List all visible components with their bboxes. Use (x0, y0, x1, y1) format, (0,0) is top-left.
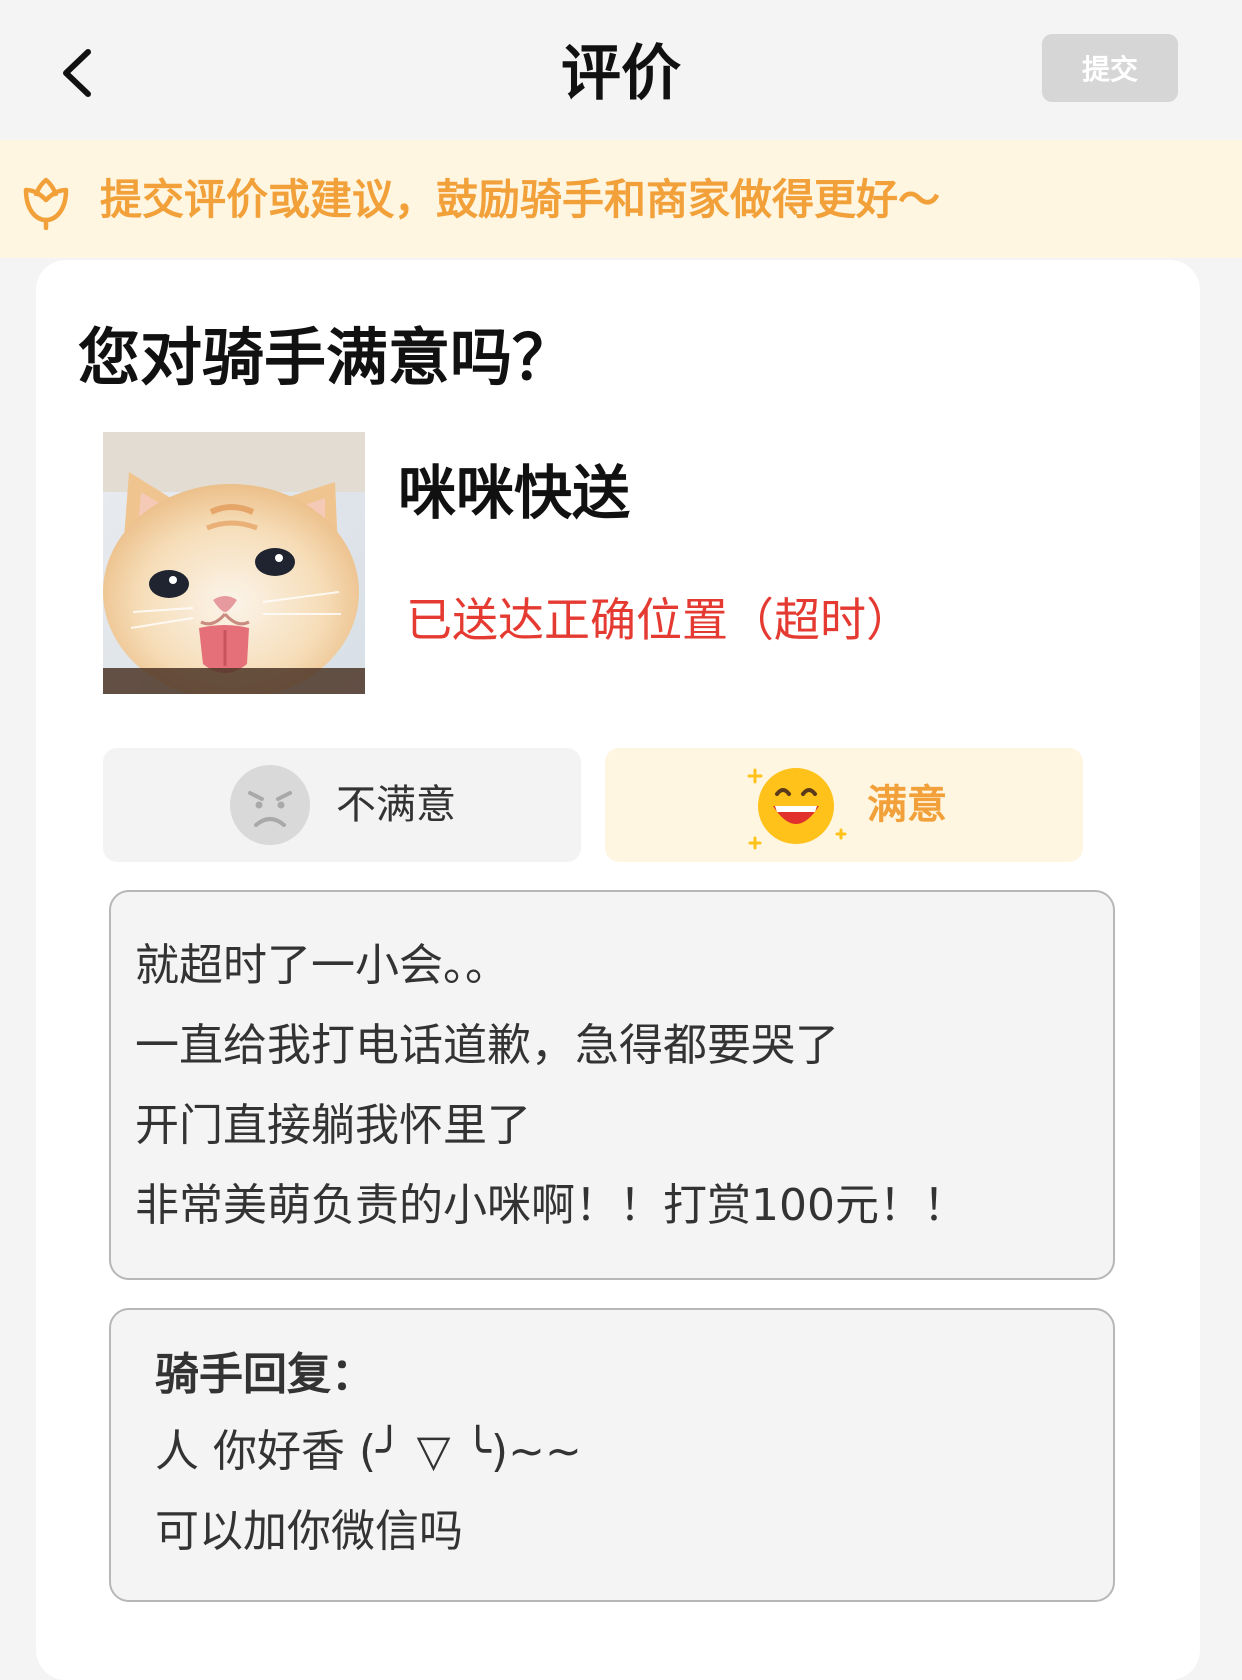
reply-line: 可以加你微信吗 (155, 1506, 463, 1557)
rider-reply-box: 骑手回复： 人 你好香 (╯ ▽ ╰)~~ 可以加你微信吗 (109, 1308, 1115, 1602)
top-bar: 评价 提交 (0, 0, 1242, 140)
review-line: 一直给我打电话道歉，急得都要哭了 (135, 1020, 839, 1071)
review-line: 开门直接躺我怀里了 (135, 1100, 531, 1151)
rating-card: 您对骑手满意吗？ 咪咪快送 已送达正确位置（超时） 不满意 满意 就超时了一小会… (36, 260, 1200, 1680)
reply-title: 骑手回复： (155, 1349, 375, 1400)
satisfied-button[interactable]: 满意 (605, 748, 1083, 862)
submit-button[interactable]: 提交 (1042, 34, 1178, 102)
review-line: 就超时了一小会。。 (135, 940, 509, 991)
unsatisfied-button[interactable]: 不满意 (103, 748, 581, 862)
notice-text: 提交评价或建议，鼓励骑手和商家做得更好～ (100, 175, 941, 224)
review-textarea[interactable]: 就超时了一小会。。 一直给我打电话道歉，急得都要哭了 开门直接躺我怀里了 非常美… (109, 890, 1115, 1280)
delivery-status: 已送达正确位置（超时） (406, 593, 912, 647)
rider-question: 您对骑手满意吗？ (78, 321, 575, 394)
rider-name: 咪咪快送 (398, 459, 631, 527)
satisfied-label: 满意 (867, 782, 947, 828)
flower-icon (23, 177, 69, 230)
notice-banner: 提交评价或建议，鼓励骑手和商家做得更好～ (0, 140, 1242, 258)
satisfied-icon-wrap (741, 750, 851, 860)
angry-face-icon (230, 765, 310, 845)
laughing-face-icon (747, 768, 847, 850)
reply-line: 人 你好香 (╯ ▽ ╰)~~ (155, 1426, 582, 1477)
rider-avatar (103, 432, 365, 694)
review-line: 非常美萌负责的小咪啊！！打赏100元！！ (135, 1180, 967, 1231)
kitten-photo (103, 432, 365, 694)
unsatisfied-label: 不满意 (336, 782, 456, 828)
